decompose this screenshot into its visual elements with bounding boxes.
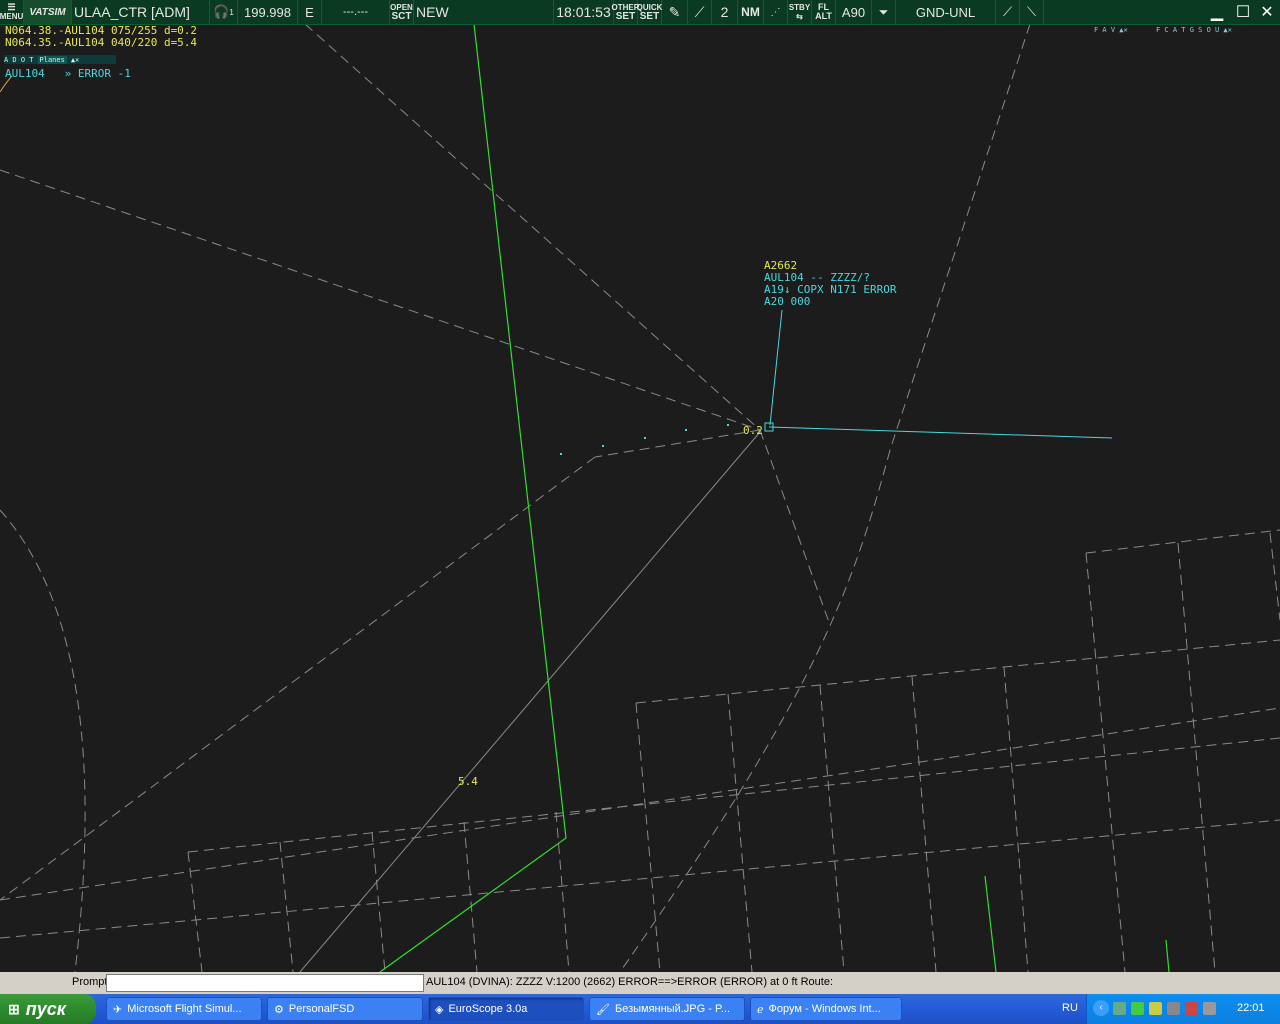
list-name: Planes — [37, 55, 67, 64]
other-set-button[interactable]: OTHER SET — [612, 0, 640, 24]
vector-icon: ⟋ — [1002, 4, 1013, 19]
close-button[interactable]: ✕ — [1256, 1, 1278, 23]
ie-icon: ℯ — [757, 1003, 764, 1016]
menu-button[interactable]: ☰ MENU — [0, 0, 24, 24]
windows-taskbar: ⊞ пуск ✈ Microsoft Flight Simul... ⚙ Perso… — [0, 994, 1280, 1024]
tray-arrow-icon[interactable]: ‹ — [1093, 1000, 1109, 1016]
command-bar: Prompt AUL104 (DVINA): ZZZZ V:1200 (2662… — [0, 972, 1280, 994]
arrows-icon: ⇆ — [796, 12, 803, 21]
grid-icon: ⋰ — [770, 6, 781, 18]
task-image-viewer[interactable]: 🖌 Безымянный.JPG - P... — [589, 997, 745, 1021]
prompt-input[interactable] — [106, 974, 424, 992]
close-icon: ✕ — [1260, 4, 1274, 21]
vector-tool-button[interactable]: ⟋ — [996, 0, 1020, 24]
new-button[interactable]: NEW — [414, 0, 554, 24]
tray-icon-5[interactable] — [1185, 1002, 1198, 1015]
tray-icon-6[interactable] — [1203, 1002, 1216, 1015]
status-line: AUL104 (DVINA): ZZZZ V:1200 (2662) ERROR… — [426, 976, 834, 988]
top-toolbar: ☰ MENU VATSIM ULAA_CTR [ADM] 🎧 1 199.998 … — [0, 0, 1280, 25]
nm-button[interactable]: NM — [738, 0, 764, 24]
headset-button[interactable]: 🎧 1 — [210, 0, 238, 24]
pencil-icon: ✎ — [668, 3, 681, 20]
ruler-button[interactable]: ⟋ — [688, 0, 712, 24]
fsd-icon: ⚙ — [274, 1003, 284, 1016]
route-green — [379, 23, 1170, 972]
primary-frequency[interactable]: 199.998 — [238, 0, 298, 24]
clock-display: 18:01:53 — [554, 0, 614, 24]
measure-line-2: N064.35.-AUL104 040/220 d=5.4 — [5, 36, 198, 49]
headset-icon: 🎧 — [213, 4, 230, 19]
task-personalfsd[interactable]: ⚙ PersonalFSD — [267, 997, 423, 1021]
euroscope-icon: ◈ — [435, 1003, 444, 1016]
target-vectors — [764, 309, 1113, 439]
quick-set-button[interactable]: QUICK SET — [637, 0, 662, 24]
atis-letter[interactable]: E — [298, 0, 322, 24]
task-flight-simulator[interactable]: ✈ Microsoft Flight Simul... — [106, 997, 262, 1021]
windows-logo-icon: ⊞ — [8, 1000, 20, 1017]
distance-label-near: 0.2 — [743, 424, 763, 437]
list-close-icon[interactable]: ▲✕ — [71, 56, 79, 64]
maximize-icon: ☐ — [1235, 4, 1251, 21]
tray-icon-3[interactable] — [1149, 1002, 1162, 1015]
route-gray — [299, 431, 761, 972]
tray-clock[interactable]: 22:01 — [1237, 1002, 1265, 1014]
altitude-range[interactable]: GND-UNL — [896, 0, 996, 24]
paint-icon: 🖌 — [596, 1003, 610, 1016]
right-tabs-2[interactable]: F C A T G S O U ▲✕ — [1156, 26, 1232, 34]
list-tabs[interactable]: A D O T — [4, 56, 34, 64]
fl-alt-button[interactable]: FL ALT — [812, 0, 836, 24]
radar-scope[interactable] — [0, 0, 1280, 972]
ruler-icon: ⟋ — [694, 3, 705, 20]
range-number[interactable]: 2 — [712, 0, 738, 24]
list-row[interactable]: AUL104 » ERROR -1 — [5, 68, 131, 80]
airplane-icon: ✈ — [113, 1003, 123, 1016]
tag-altitude-line[interactable]: A20 000 — [764, 296, 810, 308]
vatsim-logo[interactable]: VATSIM — [24, 0, 72, 24]
distance-label-far: 5.4 — [458, 775, 478, 788]
separation-tool-button[interactable]: ⟍ — [1020, 0, 1044, 24]
funnel-icon: ⏷ — [878, 4, 889, 19]
grid-button[interactable]: ⋰ — [764, 0, 788, 24]
stby-button[interactable]: STBY ⇆ — [788, 0, 812, 24]
tray-icon-1[interactable] — [1113, 1002, 1126, 1015]
secondary-frequency[interactable]: ---.--- — [322, 0, 390, 24]
maximize-button[interactable]: ☐ — [1232, 1, 1254, 23]
separation-icon: ⟍ — [1026, 4, 1037, 19]
minimize-icon: ▁ — [1210, 4, 1224, 21]
prompt-label: Prompt — [72, 976, 108, 988]
hamburger-icon: ☰ — [7, 2, 16, 12]
filter-button[interactable]: ⏷ — [872, 0, 896, 24]
task-internet-explorer[interactable]: ℯ Форум - Windows Int... — [750, 997, 902, 1021]
system-tray: ‹ 22:01 — [1086, 994, 1280, 1024]
minimize-button[interactable]: ▁ — [1206, 1, 1228, 23]
planes-list-header[interactable]: A D O T Planes ▲✕ — [4, 55, 116, 64]
tray-icon-4[interactable] — [1167, 1002, 1180, 1015]
sector-lines — [0, 23, 1280, 972]
altitude-filter[interactable]: A90 — [836, 0, 872, 24]
tray-icon-2[interactable] — [1131, 1002, 1144, 1015]
language-indicator[interactable]: RU — [1062, 1002, 1078, 1014]
start-button[interactable]: ⊞ пуск — [0, 994, 96, 1024]
pencil-button[interactable]: ✎ — [662, 0, 688, 24]
task-euroscope[interactable]: ◈ EuroScope 3.0a — [428, 997, 584, 1021]
open-sct-button[interactable]: OPEN SCT — [390, 0, 414, 24]
right-tabs-1[interactable]: F A V ▲✕ — [1094, 26, 1128, 34]
callsign-display[interactable]: ULAA_CTR [ADM] — [72, 0, 210, 24]
